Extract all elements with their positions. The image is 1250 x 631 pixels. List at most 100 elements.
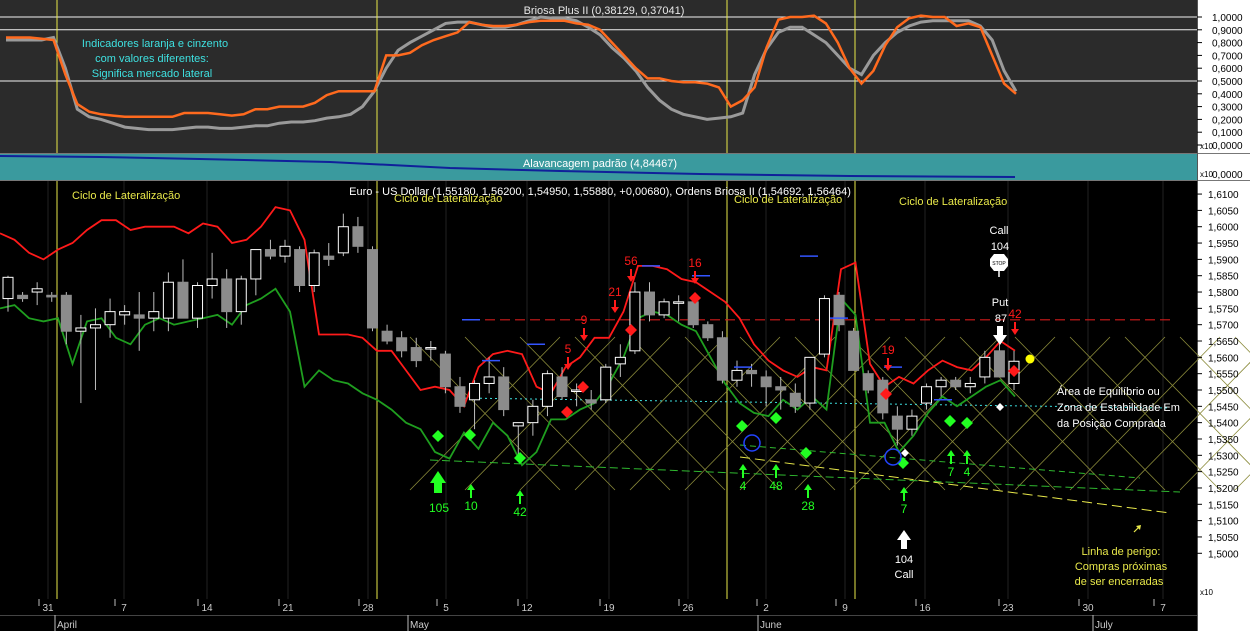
buy-signal-count: 105	[429, 501, 449, 515]
month-label: June	[760, 620, 782, 631]
osc-tick-label: 0,4000	[1212, 90, 1243, 101]
candle-body-up	[469, 382, 481, 401]
candle-body-up	[600, 366, 612, 401]
candle-body-up	[425, 347, 437, 350]
day-tick-label: 7	[121, 603, 127, 614]
put-count: 87	[995, 313, 1007, 325]
candle-body-up	[104, 311, 116, 326]
price-panel	[0, 181, 1197, 599]
buy-signal-count: 7	[901, 502, 908, 516]
buy-signal-count: 4	[964, 465, 971, 479]
day-tick-label: 9	[842, 603, 848, 614]
candle-body-down	[381, 330, 393, 342]
price-tick-label: 1,5400	[1208, 419, 1239, 430]
candle	[804, 356, 816, 410]
price-tick-label: 1,6050	[1208, 206, 1239, 217]
call-bottom-label: Call	[895, 569, 914, 581]
candle-body-down	[789, 392, 801, 407]
day-tick-label: 7	[1160, 603, 1166, 614]
candle-body-down	[848, 330, 860, 371]
month-label: May	[410, 620, 429, 631]
candle	[716, 331, 728, 384]
osc-tick-label: 0,1000	[1212, 128, 1243, 139]
candle	[439, 350, 451, 394]
candle-body-up	[119, 311, 131, 316]
danger-line-3: de ser encerradas	[1075, 576, 1164, 588]
osc-tick-label: 0,6000	[1212, 64, 1243, 75]
cycle-label-3: Ciclo de Lateralização	[734, 194, 842, 206]
call-top-label: Call	[990, 225, 1009, 237]
sell-signal-count: 5	[565, 342, 572, 356]
candle	[818, 295, 830, 358]
candle-body-down	[352, 226, 364, 247]
candle	[862, 370, 874, 394]
candle-body-up	[658, 301, 670, 316]
candle-body-down	[833, 294, 845, 326]
candle-body-down	[60, 294, 72, 332]
leverage-title: Alavancagem padrão (4,84467)	[523, 158, 677, 170]
candle-body-down	[993, 350, 1005, 378]
candle-body-down	[556, 376, 568, 398]
candle-body-up	[206, 278, 218, 286]
price-tick-label: 1,5150	[1208, 500, 1239, 511]
price-tick-label: 1,5200	[1208, 484, 1239, 495]
equilibrium-line-2: Zona de Estabilidade Em	[1057, 402, 1180, 414]
candle-body-up	[483, 376, 495, 384]
osc-tick-label: 0,2000	[1212, 115, 1243, 126]
candle-body-down	[891, 415, 903, 430]
candle	[294, 246, 306, 293]
oscillator-note-3: Significa mercado lateral	[92, 68, 212, 80]
sell-signal-count: 16	[688, 256, 702, 270]
buy-signal-count: 42	[513, 505, 527, 519]
candle-body-down	[644, 291, 656, 316]
buy-signal-count: 7	[948, 465, 955, 479]
candle-body-up	[527, 405, 539, 424]
candle-body-down	[17, 294, 29, 300]
price-tick-label: 1,5350	[1208, 435, 1239, 446]
current-price-marker	[1025, 354, 1035, 364]
candle-body-down	[454, 386, 466, 407]
day-tick-label: 16	[919, 603, 931, 614]
candle-body-down	[702, 324, 714, 339]
candle-body-down	[133, 314, 145, 319]
price-tick-label: 1,6100	[1208, 190, 1239, 201]
price-tick-label: 1,5450	[1208, 402, 1239, 413]
sell-signal-count: 21	[608, 285, 622, 299]
osc-tick-label: 0,3000	[1212, 103, 1243, 114]
price-tick-label: 1,5100	[1208, 517, 1239, 528]
buy-signal-count: 4	[740, 479, 747, 493]
candle-body-up	[818, 298, 830, 355]
buy-signal-count: 48	[769, 479, 783, 493]
oscillator-note-1: Indicadores laranja e cinzento	[82, 38, 228, 50]
candle-body-down	[366, 249, 378, 329]
candle-body-up	[906, 415, 918, 430]
month-label: April	[57, 620, 77, 631]
candle-body-down	[760, 376, 772, 388]
candle-body-down	[950, 379, 962, 388]
osc-scale-label: x10	[1200, 142, 1213, 151]
candle-body-up	[192, 285, 204, 319]
candle	[702, 321, 714, 342]
eurusd-chart: 105 10 424 4828 77 4592156 161942 1,00000,9000…	[0, 0, 1250, 631]
candle-body-up	[89, 324, 101, 329]
candle-body-up	[235, 278, 247, 313]
candle-body-down	[264, 249, 276, 257]
day-tick-label: 23	[1002, 603, 1014, 614]
price-tick-label: 1,5950	[1208, 239, 1239, 250]
candle-body-down	[498, 376, 510, 411]
candle-body-up	[512, 422, 524, 427]
day-tick-label: 5	[443, 603, 449, 614]
candle-body-down	[862, 373, 874, 391]
candle-body-down	[746, 369, 758, 375]
candle-body-up	[921, 386, 933, 404]
price-tick-label: 1,5250	[1208, 468, 1239, 479]
day-tick-label: 26	[682, 603, 694, 614]
candle-body-up	[162, 281, 174, 319]
candle-body-up	[614, 356, 626, 365]
buy-signal-count: 28	[801, 499, 815, 513]
candle-body-down	[439, 353, 451, 388]
candle-body-up	[541, 373, 553, 407]
candle	[658, 298, 670, 319]
osc-tick-label: 0,9000	[1212, 26, 1243, 37]
candle-body-down	[585, 399, 597, 404]
